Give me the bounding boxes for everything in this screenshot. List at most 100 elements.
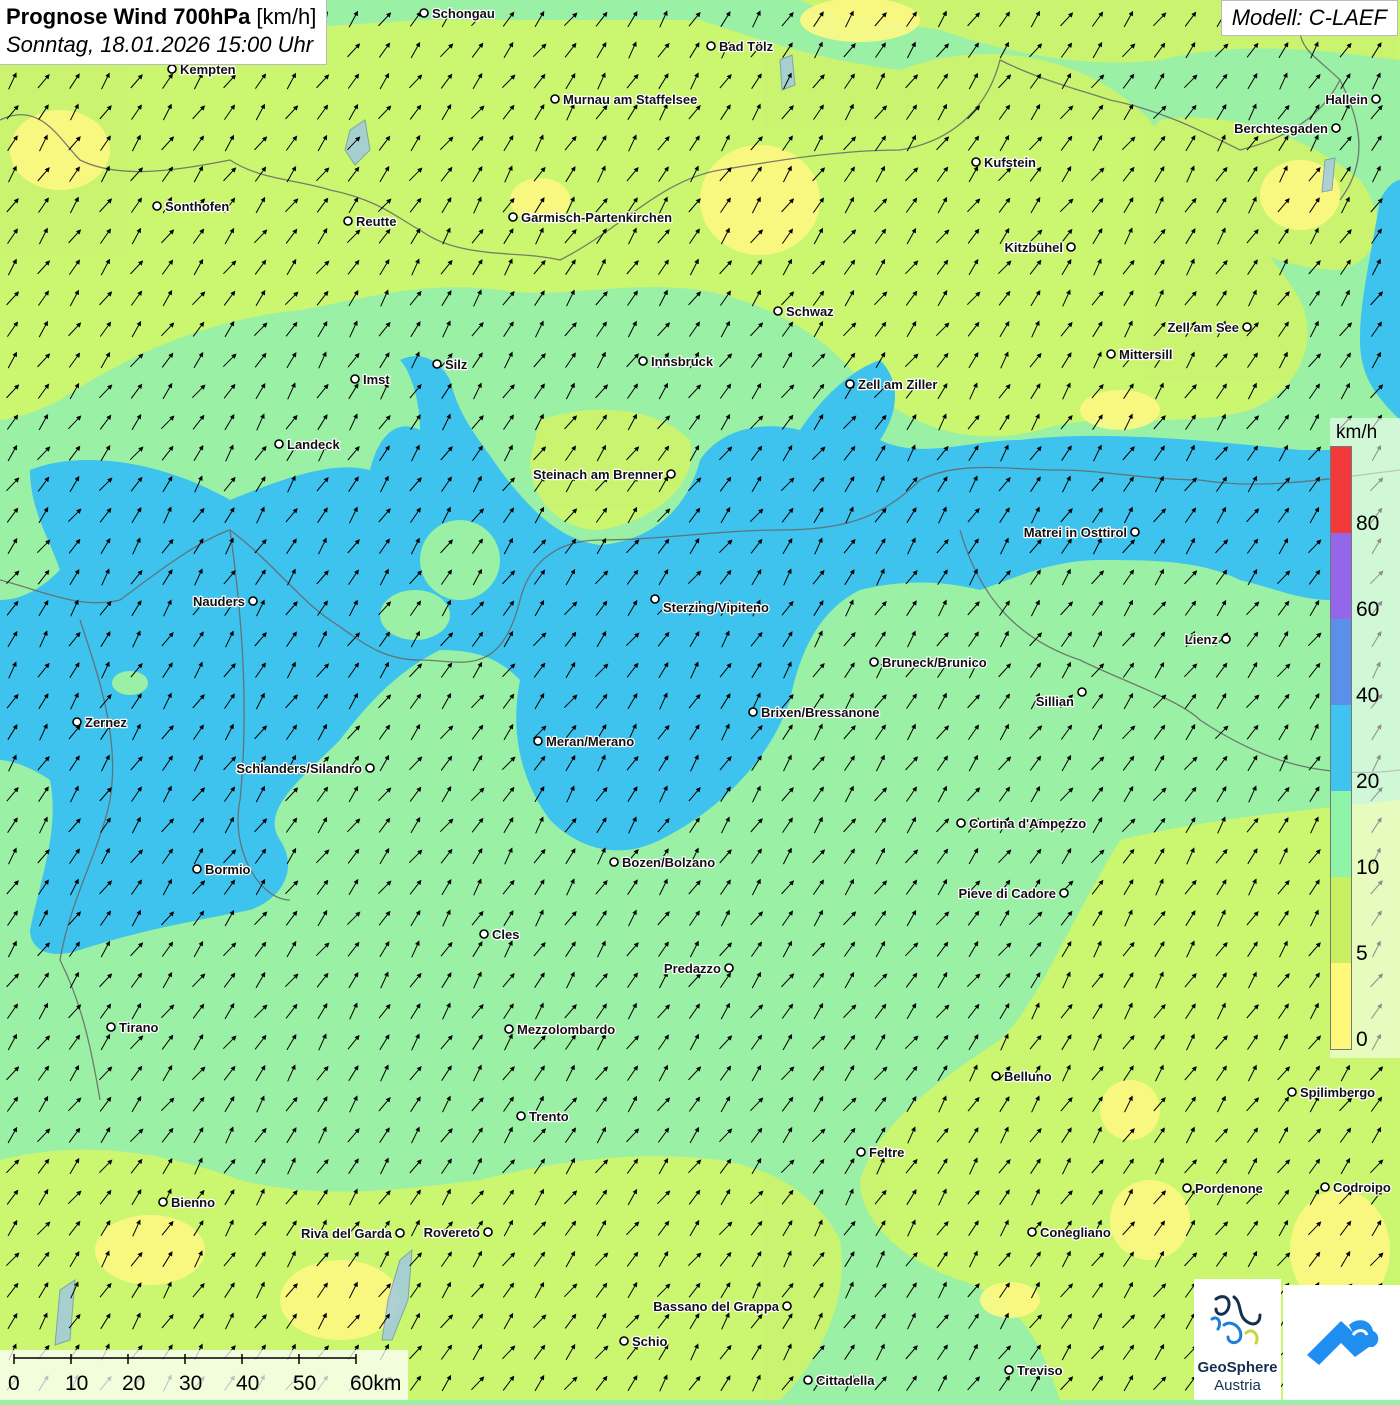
city-marker[interactable]: Garmisch-Partenkirchen [508,209,673,226]
city-dot[interactable] [550,94,560,104]
city-dot[interactable] [350,374,360,384]
city-dot[interactable] [706,41,716,51]
city-marker[interactable]: Murnau am Staffelsee [550,91,699,108]
city-marker[interactable]: Bassano del Grappa [652,1298,792,1315]
city-dot[interactable] [845,379,855,389]
city-label: Zernez [85,715,127,730]
city-marker[interactable]: Zell am See [1166,319,1252,336]
city-marker[interactable]: Conegliano [1027,1224,1112,1241]
city-dot[interactable] [343,216,353,226]
scale-label: 30 [179,1372,203,1395]
city-marker[interactable]: Spilimbergo [1287,1084,1376,1101]
city-dot[interactable] [1077,687,1087,697]
city-dot[interactable] [365,763,375,773]
city-dot[interactable] [479,929,489,939]
city-dot[interactable] [395,1228,405,1238]
scale-label: 0 [8,1372,20,1395]
city-dot[interactable] [782,1301,792,1311]
city-marker[interactable]: Matrei in Osttirol [1022,524,1140,541]
city-dot[interactable] [533,736,543,746]
city-dot[interactable] [773,306,783,316]
city-dot[interactable] [991,1071,1001,1081]
city-marker[interactable]: Steinach am Brenner [532,466,676,483]
app-logo[interactable] [1283,1285,1400,1400]
city-marker[interactable]: Schongau [419,5,496,22]
city-dot[interactable] [483,1227,493,1237]
city-marker[interactable]: Berchtesgaden [1233,120,1341,137]
city-dot[interactable] [248,596,258,606]
city-dot[interactable] [1066,242,1076,252]
city-dot[interactable] [803,1375,813,1385]
city-marker[interactable]: Brixen/Bressanone [748,704,881,721]
city-dot[interactable] [869,657,879,667]
city-dot[interactable] [1182,1183,1192,1193]
city-dot[interactable] [158,1197,168,1207]
city-dot[interactable] [1106,349,1116,359]
city-dot[interactable] [432,359,442,369]
scale-label: 50 [293,1372,317,1395]
legend-tick-label: 10 [1356,856,1380,879]
city-marker[interactable]: Pieve di Cadore [957,885,1069,902]
city-dot[interactable] [72,717,82,727]
geosphere-logo[interactable]: GeoSphere Austria [1194,1279,1281,1400]
city-dot[interactable] [748,707,758,717]
city-label: Sonthofen [165,199,229,214]
city-dot[interactable] [504,1024,514,1034]
city-dot[interactable] [971,157,981,167]
city-dot[interactable] [638,356,648,366]
city-dot[interactable] [856,1147,866,1157]
city-label: Meran/Merano [546,734,634,749]
city-dot[interactable] [1287,1087,1297,1097]
city-marker[interactable]: Riva del Garda [300,1225,405,1242]
city-dot[interactable] [1004,1365,1014,1375]
city-dot[interactable] [516,1111,526,1121]
city-label: Predazzo [664,961,721,976]
city-dot[interactable] [508,212,518,222]
city-dot[interactable] [956,818,966,828]
city-label: Codroipo [1333,1180,1391,1195]
city-dot[interactable] [192,864,202,874]
city-dot[interactable] [1221,634,1231,644]
city-marker[interactable]: Schlanders/Silandro [235,760,375,777]
city-dot[interactable] [1242,322,1252,332]
city-dot[interactable] [1331,123,1341,133]
city-marker[interactable]: Zell am Ziller [845,376,939,393]
city-dot[interactable] [106,1022,116,1032]
city-marker[interactable]: Innsbruck [638,353,715,370]
city-label: Bruneck/Brunico [882,655,987,670]
city-marker[interactable]: Bozen/Bolzano [609,854,716,871]
city-label: Bormio [205,862,251,877]
legend-tick-label: 5 [1356,942,1368,965]
legend-tick-label: 40 [1356,684,1380,707]
city-marker[interactable]: Cortina d'Ampezzo [956,815,1088,832]
city-marker[interactable]: Meran/Merano [533,733,635,750]
city-label: Kitzbühel [1005,240,1064,255]
wind-map[interactable]: SchongauKemptenBad TölzMurnau am Staffel… [0,0,1400,1400]
city-dot[interactable] [619,1336,629,1346]
city-label: Rovereto [424,1225,480,1240]
city-dot[interactable] [1320,1182,1330,1192]
city-dot[interactable] [724,963,734,973]
city-dot[interactable] [167,64,177,74]
city-dot[interactable] [1059,888,1069,898]
city-marker[interactable]: Bruneck/Brunico [869,654,988,671]
city-marker[interactable]: Mezzolombardo [504,1021,617,1038]
city-marker[interactable]: Pordenone [1182,1180,1264,1197]
city-dot[interactable] [609,857,619,867]
city-label: Zell am See [1167,320,1239,335]
city-dot[interactable] [650,594,660,604]
map-title: Prognose Wind 700hPa [km/h] [6,4,317,29]
city-label: Bad Tölz [719,39,774,54]
legend-tick-label: 60 [1356,598,1380,621]
city-dot[interactable] [1371,94,1381,104]
city-label: Reutte [356,214,396,229]
city-dot[interactable] [1027,1227,1037,1237]
legend-segment [1331,791,1351,877]
map-title-box: Prognose Wind 700hPa [km/h] Sonntag, 18.… [0,0,328,65]
city-dot[interactable] [419,8,429,18]
city-marker[interactable]: Sonthofen [152,198,231,215]
city-dot[interactable] [274,439,284,449]
city-dot[interactable] [666,469,676,479]
city-dot[interactable] [152,201,162,211]
city-dot[interactable] [1130,527,1140,537]
